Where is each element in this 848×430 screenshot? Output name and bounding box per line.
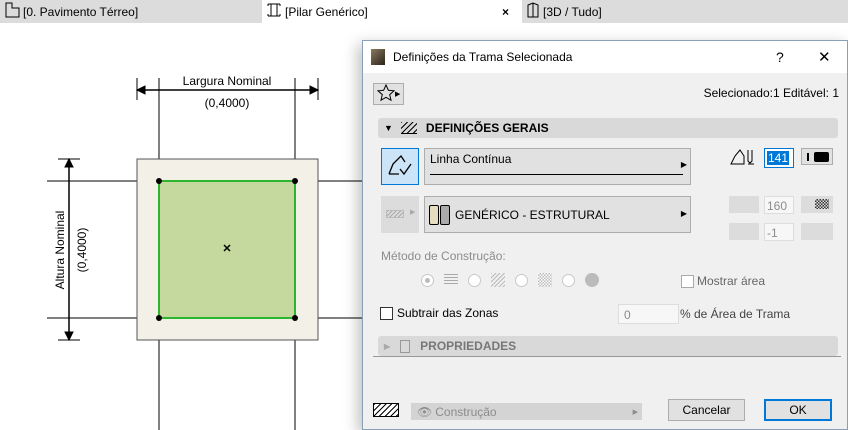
section-general-settings[interactable]: ▼ DEFINIÇÕES GERAIS (378, 118, 838, 138)
radio-pattern[interactable] (515, 273, 528, 287)
dialog-title: Definições da Trama Selecionada (393, 50, 573, 64)
fill-settings-dialog: Definições da Trama Selecionada ? ✕ ▶ Se… (362, 40, 848, 430)
contour-check-icon (387, 154, 413, 179)
radio-solid[interactable] (421, 273, 434, 287)
ok-button[interactable]: OK (764, 399, 832, 421)
eye-icon: 👁 (417, 404, 433, 419)
height-value: (0,4000) (75, 228, 89, 273)
construction-method-radios (421, 273, 599, 287)
fill-pen-icon (729, 196, 759, 213)
area-percent-input[interactable]: 0 (618, 304, 679, 324)
contour-pen-input[interactable]: 141 (764, 148, 794, 168)
contour-pen-icon (730, 148, 758, 169)
line-preview (430, 174, 683, 175)
width-label: Largura Nominal (183, 74, 272, 88)
arrow-right-icon: ▶ (680, 160, 687, 169)
collapse-arrow-icon: ▼ (384, 123, 393, 133)
background-pen-icon (729, 223, 759, 240)
section-properties[interactable]: ▶ PROPRIEDADES (378, 336, 838, 356)
area-percent-label: % de Área de Trama (680, 307, 791, 321)
show-area-label: Mostrar área (697, 274, 766, 288)
properties-icon (400, 339, 411, 353)
selection-info: Selecionado:1 Editável: 1 (703, 86, 839, 100)
building-material-icon (429, 204, 439, 225)
help-button[interactable]: ? (776, 49, 784, 65)
close-button[interactable]: ✕ (818, 48, 831, 66)
pattern-fill-icon (538, 273, 552, 287)
layer-icon (373, 403, 399, 417)
show-area-checkbox[interactable] (681, 275, 694, 288)
cancel-button[interactable]: Cancelar (668, 399, 745, 421)
fill-category-button: ▶ (381, 196, 419, 233)
fill-hatch-icon (400, 122, 417, 134)
monitor-icon[interactable] (801, 223, 833, 240)
radio-hatch[interactable] (468, 273, 481, 287)
divider (373, 356, 841, 357)
line-weight-button[interactable] (801, 148, 833, 165)
expand-arrow-icon: ▶ (384, 341, 391, 351)
favorites-button[interactable]: ▶ (373, 83, 404, 105)
hatch-fill-icon (491, 273, 505, 287)
fill-type-select[interactable]: GENÉRICO - ESTRUTURAL ▶ (424, 196, 691, 233)
fill-pen-input[interactable]: 160 (764, 196, 794, 214)
app-icon (371, 49, 385, 65)
arrow-right-icon: ▶ (395, 91, 401, 98)
background-pen-input[interactable]: -1 (764, 223, 794, 241)
solid-fill-icon (444, 274, 458, 286)
width-value: (0,4000) (205, 96, 250, 110)
dialog-titlebar: Definições da Trama Selecionada ? ✕ (363, 41, 847, 73)
subtract-zones-label: Subtrair das Zonas (397, 306, 499, 320)
image-fill-icon (585, 273, 599, 287)
line-type-select[interactable]: Linha Contínua ▶ (424, 148, 691, 185)
fill-layer-icon (386, 210, 404, 218)
fill-pattern-button[interactable] (801, 196, 833, 213)
contour-toggle-button[interactable] (381, 148, 419, 185)
selected-fill[interactable] (158, 180, 296, 319)
subtract-zones-checkbox[interactable] (380, 307, 393, 320)
star-icon (376, 83, 396, 105)
arrow-right-icon: ▶ (680, 209, 687, 218)
construction-method-label: Método de Construção: (381, 249, 506, 263)
radio-image[interactable] (562, 273, 575, 287)
height-label: Altura Nominal (53, 211, 67, 290)
layer-select[interactable]: 👁 Construção ▶ (411, 403, 642, 420)
